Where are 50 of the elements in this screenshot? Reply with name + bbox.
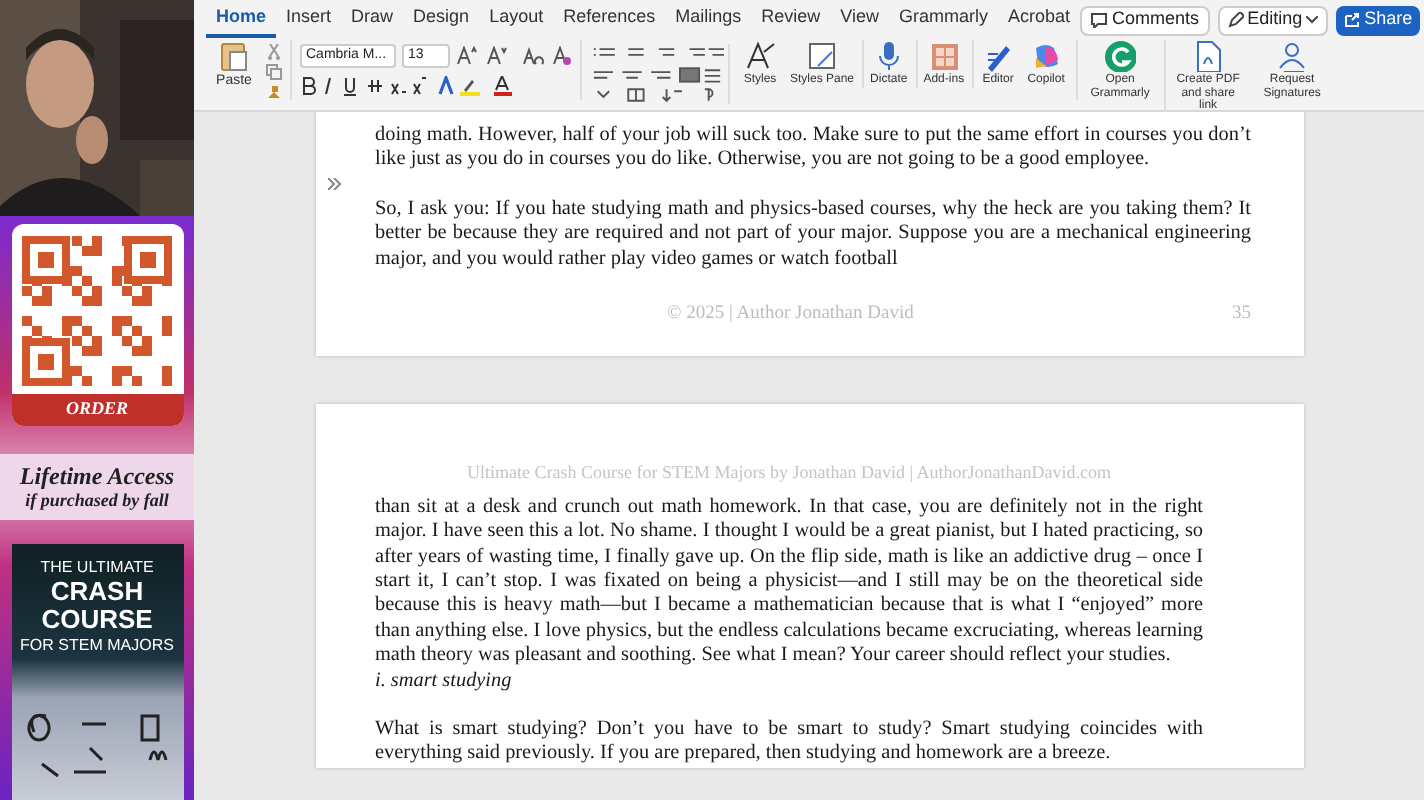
- brush-icon[interactable]: [266, 84, 282, 100]
- ribbon-tab[interactable]: Layout: [479, 2, 554, 38]
- pen-icon: [982, 40, 1015, 72]
- caret-icon: [1306, 16, 1319, 24]
- share-button[interactable]: Share: [1336, 5, 1421, 35]
- paragraph-tools-icon[interactable]: [590, 44, 730, 104]
- copy-icon[interactable]: [266, 64, 282, 80]
- ribbon-tab[interactable]: Design: [403, 2, 480, 38]
- book-title: FOR STEM MAJORS: [20, 633, 174, 655]
- share-icon: [1344, 12, 1361, 28]
- ribbon-tab[interactable]: Grammarly: [889, 2, 999, 38]
- ribbon-tab[interactable]: Review: [751, 2, 831, 38]
- styles-icon: [744, 40, 776, 72]
- ribbon-tab[interactable]: Draw: [341, 2, 404, 38]
- paragraph: So, I ask you: If you hate studying math and physics-based courses, why the heck are you taking them? It better be because they are required and not part of your major. Suppose you are a mechanical engineering major, and you would rather play video games or watch football: [375, 197, 1251, 273]
- clear-format-icon[interactable]: [552, 46, 572, 66]
- grid-icon: [927, 40, 960, 72]
- ribbon-tab[interactable]: Mailings: [665, 2, 752, 38]
- ribbon-tab[interactable]: Home: [206, 2, 277, 38]
- page-number: 35: [1232, 302, 1251, 329]
- promo-subline: if purchased by fall: [25, 489, 169, 511]
- person-icon: [1276, 40, 1309, 72]
- change-case-icon[interactable]: [522, 46, 546, 66]
- ribbon-tab[interactable]: View: [830, 2, 890, 38]
- text-format-icon[interactable]: [300, 76, 484, 96]
- ribbon-tab[interactable]: Acrobat: [998, 2, 1081, 38]
- font-color-icon[interactable]: [492, 76, 516, 96]
- paragraph: doing math. However, half of your job will suck too. Make sure to put the same effort in courses you don’t like just as you do in courses you do like. Otherwise, you are not going to be a good employee.: [375, 124, 1251, 174]
- pencil-icon: [1227, 12, 1244, 28]
- pdf-icon: [1192, 40, 1225, 72]
- paragraph-marker-icon: [327, 178, 341, 190]
- ribbon-tab[interactable]: References: [553, 2, 666, 38]
- clipboard-icon: [220, 40, 248, 72]
- page-header: Ultimate Crash Course for STEM Majors by Jonathan David | AuthorJonathanDavid.com: [464, 460, 1113, 487]
- promo-headline: Lifetime Access: [19, 461, 175, 489]
- page-footer: © 2025 | Author Jonathan David: [667, 300, 914, 329]
- paragraph: than sit at a desk and crunch out math homework. In that case, you are definitely not in the right major. I have seen this a lot. No shame. I thought I would be a great pianist, but I hated practicing, so after years of wasting time, I finally gave up. On the flip side, math is like an addictive drug – once I start it, I can’t stop. I was fixated on being a physicist—and I still may be on the theoretical side because this is heavy math—but I became a mathematician because that is what I “enjoyed” more than anything else. I love physics, but the endless calculations became excruciating, whereas learning math theory was pleasant and soothing. See what I mean? Your career should reflect your studies.: [375, 495, 1203, 670]
- comment-icon: [1090, 12, 1109, 28]
- section-heading: i. smart studying: [375, 669, 514, 695]
- editing-button[interactable]: Editing: [1217, 5, 1329, 35]
- book-title: THE ULTIMATE: [40, 555, 154, 577]
- order-label: ORDER: [11, 394, 183, 425]
- paragraph: What is smart studying? Don’t you have to be smart to study? Smart studying coincides with everything said previously. If you are prepared, then studying and homework are a breeze.: [375, 718, 1203, 768]
- styles-pane-icon: [806, 40, 839, 72]
- qr-card[interactable]: ORDER: [11, 224, 183, 425]
- scissors-icon[interactable]: [266, 44, 282, 60]
- ribbon-tab[interactable]: Insert: [276, 2, 342, 38]
- book-title: CRASH COURSE: [39, 577, 155, 633]
- comments-button[interactable]: Comments: [1080, 5, 1210, 35]
- qr-code-icon: [22, 236, 172, 386]
